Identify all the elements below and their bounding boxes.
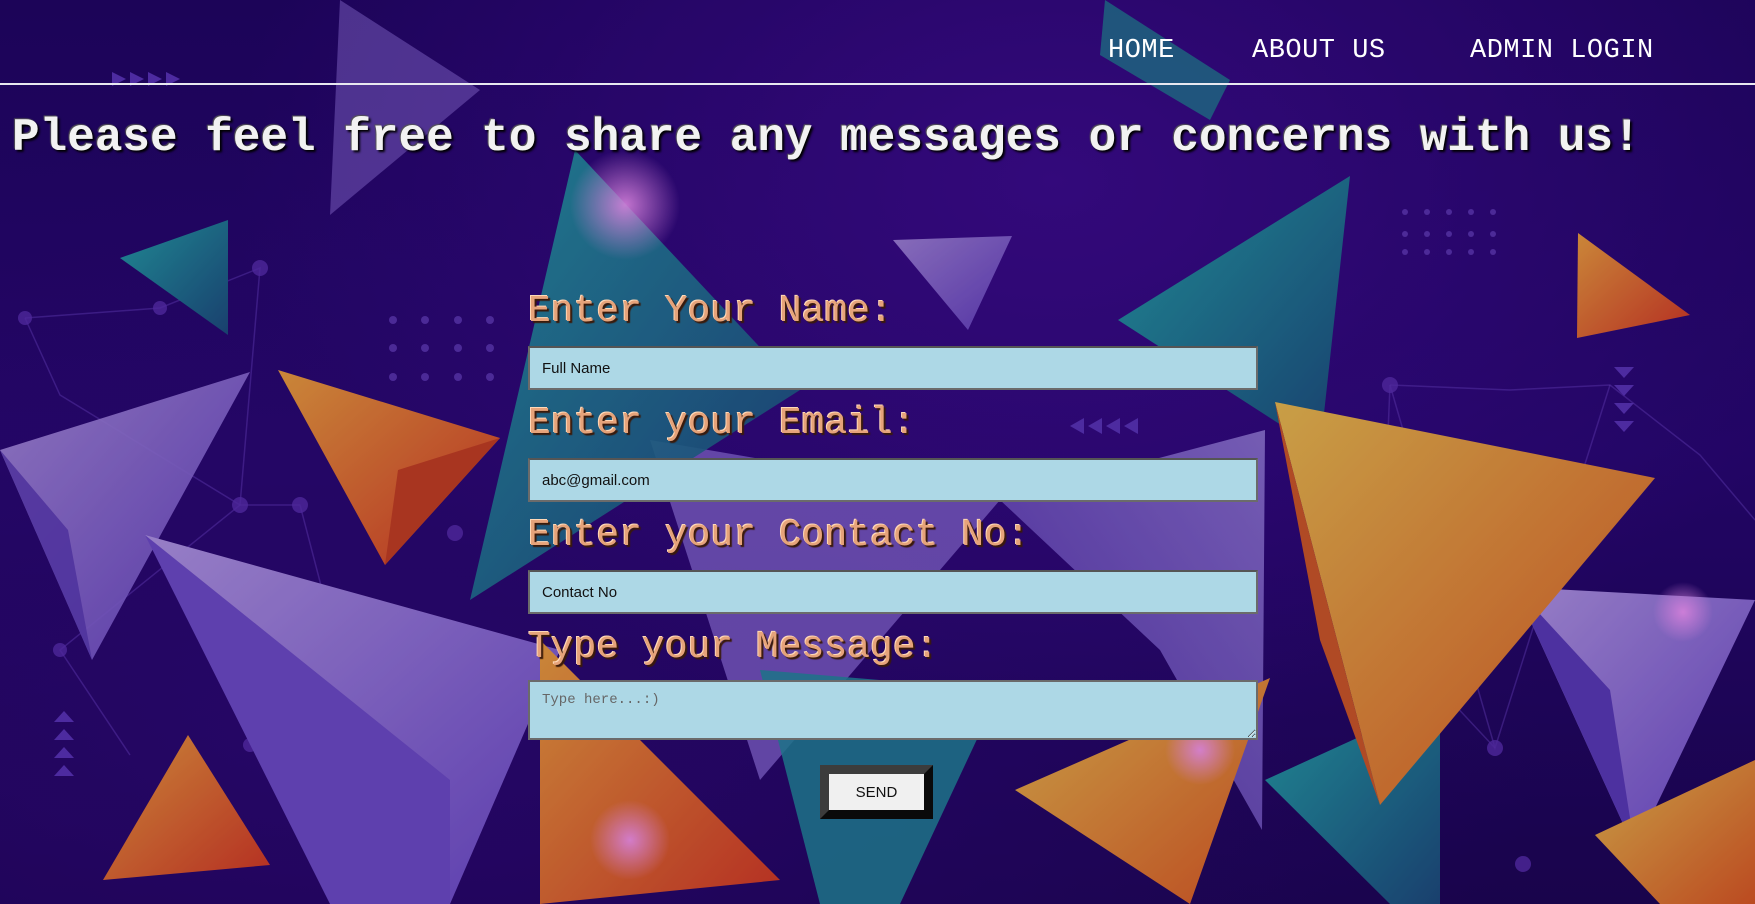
name-input[interactable] [528,346,1258,390]
message-label: Type your Message: [528,626,939,669]
email-label: Enter your Email: [528,402,916,445]
send-button[interactable]: SEND [829,774,924,810]
contact-input[interactable] [528,570,1258,614]
contact-label: Enter your Contact No: [528,514,1030,557]
nav-about-us-link[interactable]: ABOUT US [1252,36,1386,66]
top-navbar: HOME ABOUT US ADMIN LOGIN [0,0,1755,85]
email-input[interactable] [528,458,1258,502]
nav-admin-login-link[interactable]: ADMIN LOGIN [1470,36,1654,66]
message-textarea[interactable] [528,680,1258,740]
send-button-frame: SEND [820,765,933,819]
name-label: Enter Your Name: [528,290,893,333]
page-headline: Please feel free to share any messages o… [12,112,1641,164]
nav-home-link[interactable]: HOME [1108,36,1175,66]
